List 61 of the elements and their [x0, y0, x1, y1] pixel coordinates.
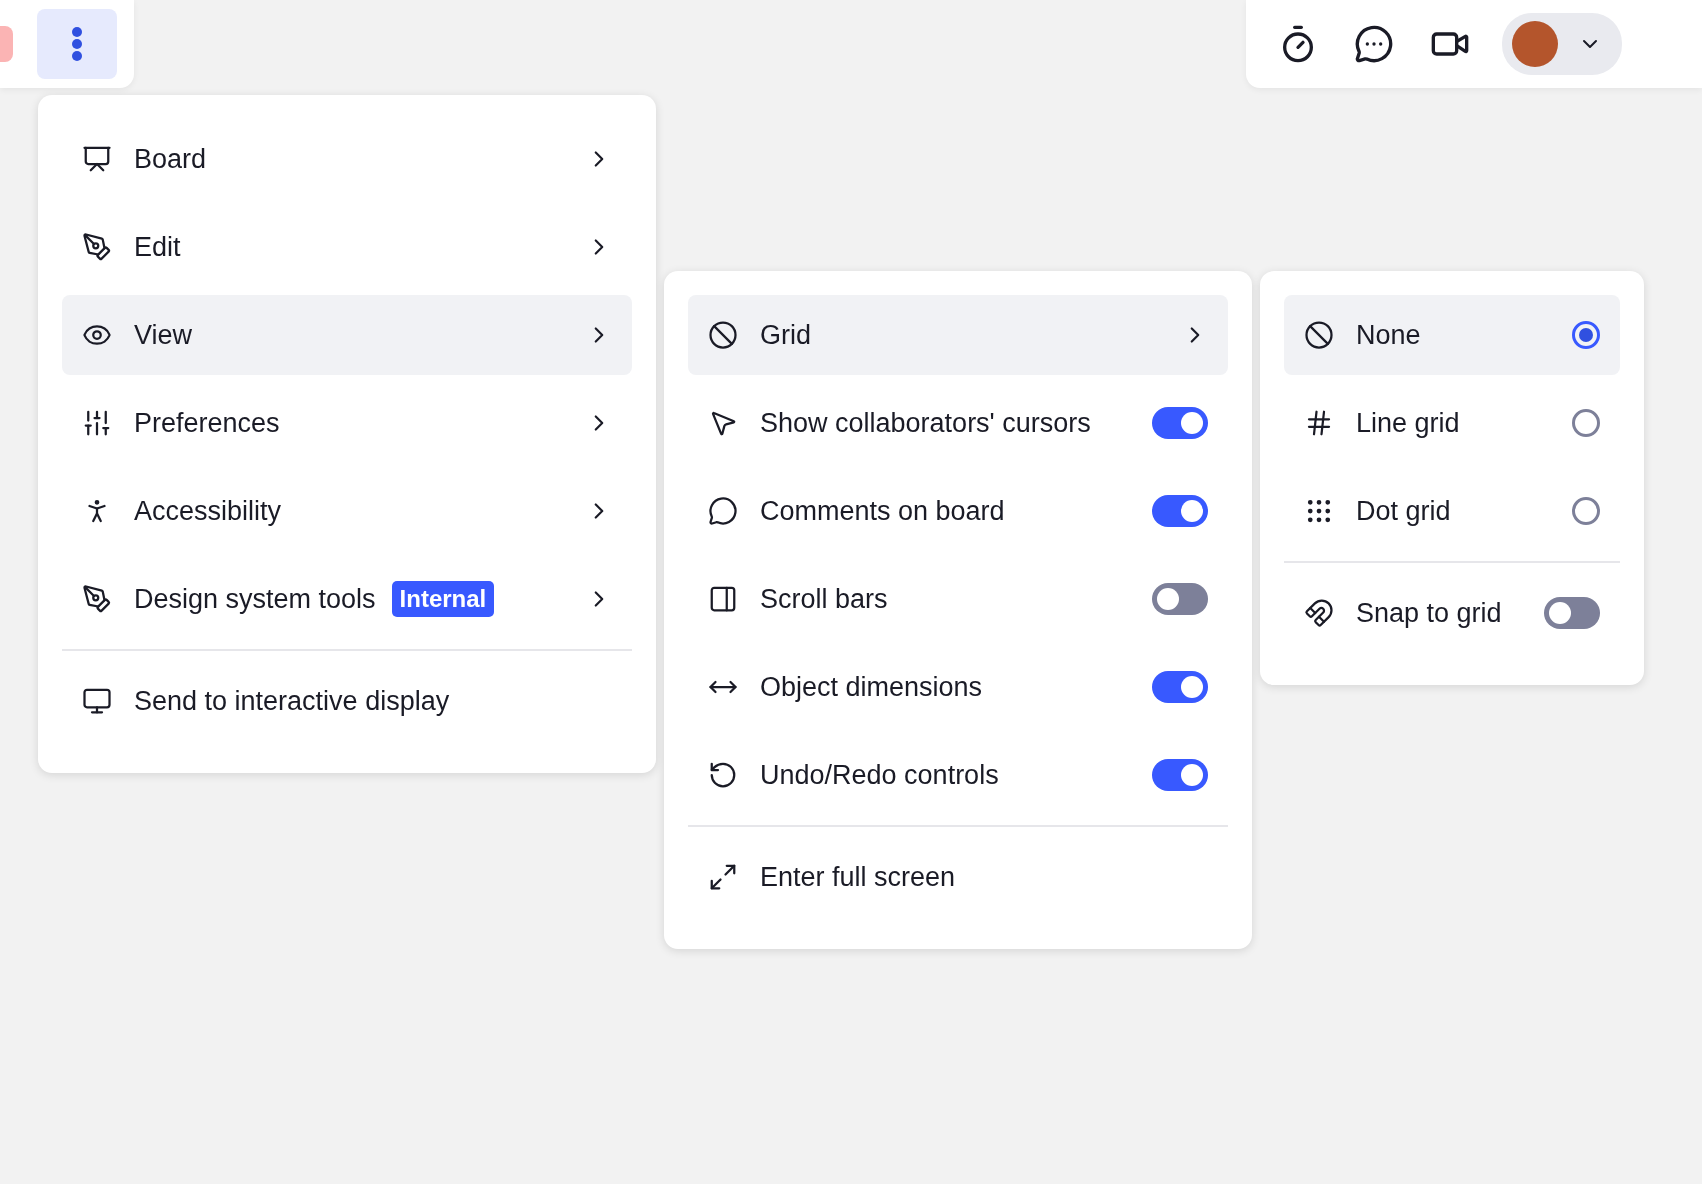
- toggle-switch[interactable]: [1152, 583, 1208, 615]
- menu-item[interactable]: Scroll bars: [688, 559, 1228, 639]
- avatar: [1512, 21, 1558, 67]
- comment-icon: [708, 496, 738, 526]
- slashed-circle-icon: [708, 320, 738, 350]
- menu-label: Object dimensions: [760, 671, 984, 703]
- monitor-icon: [82, 686, 112, 716]
- menu-label: Design system tools: [134, 583, 376, 615]
- menu-label: Comments on board: [760, 495, 1006, 527]
- menu-label: Undo/Redo controls: [760, 759, 1000, 791]
- menu-item[interactable]: Enter full screen: [688, 837, 1228, 917]
- menu-label: Enter full screen: [760, 861, 957, 893]
- menu-item[interactable]: Comments on board: [688, 471, 1228, 551]
- menu-item[interactable]: Preferences: [62, 383, 632, 463]
- menu-label: Grid: [760, 319, 812, 351]
- more-menu-button[interactable]: [37, 9, 117, 79]
- radio-button[interactable]: [1572, 321, 1600, 349]
- undo-icon: [708, 760, 738, 790]
- radio-button[interactable]: [1572, 497, 1600, 525]
- menu-label: Edit: [134, 231, 182, 263]
- menu-label: Send to interactive display: [134, 685, 451, 717]
- menu-item[interactable]: Snap to grid: [1284, 573, 1620, 653]
- menu-item[interactable]: View: [62, 295, 632, 375]
- toggle-switch[interactable]: [1152, 407, 1208, 439]
- sliders-icon: [82, 408, 112, 438]
- menu-label: View: [134, 319, 194, 351]
- menu-label: Line grid: [1356, 407, 1461, 439]
- menu-label: Board: [134, 143, 208, 175]
- menu-item[interactable]: Grid: [688, 295, 1228, 375]
- menu-item[interactable]: Line grid: [1284, 383, 1620, 463]
- radio-button[interactable]: [1572, 409, 1600, 437]
- pen-icon: [82, 584, 112, 614]
- menu-item[interactable]: None: [1284, 295, 1620, 375]
- menu-item[interactable]: Dot grid: [1284, 471, 1620, 551]
- menu-label: Accessibility: [134, 495, 283, 527]
- menu-item[interactable]: Show collaborators' cursors: [688, 383, 1228, 463]
- slashed-circle-icon: [1304, 320, 1334, 350]
- menu-item[interactable]: Accessibility: [62, 471, 632, 551]
- menu-item[interactable]: Board: [62, 119, 632, 199]
- menu-item[interactable]: Design system tools Internal: [62, 559, 632, 639]
- menu-item[interactable]: Undo/Redo controls: [688, 735, 1228, 815]
- toggle-switch[interactable]: [1544, 597, 1600, 629]
- toggle-switch[interactable]: [1152, 759, 1208, 791]
- menu-item[interactable]: Edit: [62, 207, 632, 287]
- menu-label: Dot grid: [1356, 495, 1452, 527]
- toggle-switch[interactable]: [1152, 495, 1208, 527]
- menu-label: Preferences: [134, 407, 281, 439]
- menu-item[interactable]: Object dimensions: [688, 647, 1228, 727]
- menu-label: Show collaborators' cursors: [760, 407, 1092, 439]
- more-dots-icon: [72, 27, 82, 61]
- internal-badge: Internal: [391, 581, 495, 617]
- menu-label: Snap to grid: [1356, 597, 1503, 629]
- toggle-switch[interactable]: [1152, 671, 1208, 703]
- panel-icon: [708, 584, 738, 614]
- menu-item[interactable]: Send to interactive display: [62, 661, 632, 741]
- expand-icon: [708, 862, 738, 892]
- easel-icon: [82, 144, 112, 174]
- pen-icon: [82, 232, 112, 262]
- menu-label: None: [1356, 319, 1422, 351]
- menu-label: Scroll bars: [760, 583, 889, 615]
- magnet-icon: [1304, 598, 1334, 628]
